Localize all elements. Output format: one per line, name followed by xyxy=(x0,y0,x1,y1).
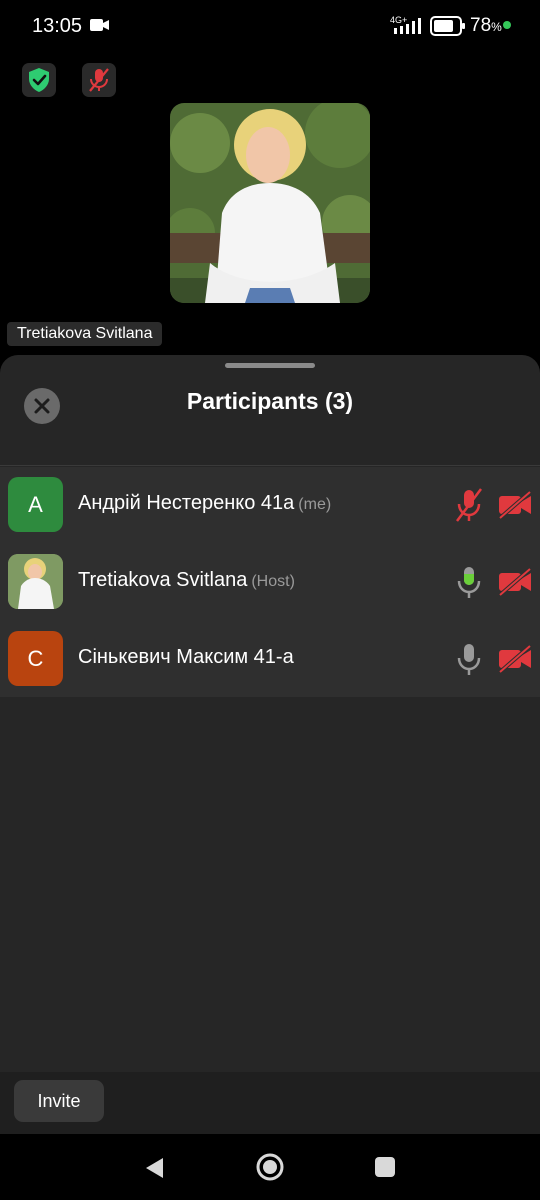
speaker-video-image xyxy=(170,103,370,303)
shield-check-icon xyxy=(29,68,49,92)
participant-name: Tretiakova Svitlana xyxy=(78,569,248,591)
speaker-name-tag: Tretiakova Svitlana xyxy=(7,322,163,346)
avatar: A xyxy=(8,477,63,532)
avatar xyxy=(8,554,63,609)
back-icon[interactable] xyxy=(143,1156,165,1180)
video-off-icon[interactable] xyxy=(498,645,532,673)
participant-tag: (me) xyxy=(298,496,332,513)
battery-percent: 78% xyxy=(470,15,502,36)
participant-row[interactable]: C Сінькевич Максим 41-а xyxy=(0,621,540,697)
security-shield-button[interactable] xyxy=(22,63,56,97)
battery-icon xyxy=(430,16,465,36)
video-off-icon[interactable] xyxy=(498,568,532,596)
participant-name: Андрій Нестеренко 41а xyxy=(78,492,295,514)
participant-name-line: Tretiakova Svitlana (Host) xyxy=(78,569,295,592)
participants-list: A Андрій Нестеренко 41а (me) Tretiakova … xyxy=(0,467,540,697)
participant-row[interactable]: A Андрій Нестеренко 41а (me) xyxy=(0,467,540,543)
system-nav-bar xyxy=(0,1134,540,1200)
status-bar: 13:05 4G+ 78% xyxy=(0,0,540,52)
participant-name: Сінькевич Максим 41-а xyxy=(78,646,294,668)
status-time: 13:05 xyxy=(32,15,83,37)
microphone-active-icon[interactable] xyxy=(454,564,484,600)
recents-icon[interactable] xyxy=(374,1156,396,1178)
cellular-signal-icon: 4G+ xyxy=(390,15,421,34)
invite-button[interactable]: Invite xyxy=(14,1080,104,1122)
speaker-video-tile[interactable] xyxy=(170,103,370,303)
sheet-drag-handle[interactable] xyxy=(225,363,315,368)
panel-footer: Invite xyxy=(0,1072,540,1134)
avatar-photo xyxy=(8,554,63,609)
privacy-indicator-dot xyxy=(503,21,511,29)
home-icon[interactable] xyxy=(255,1152,285,1182)
microphone-muted-icon[interactable] xyxy=(454,487,484,523)
network-type-label: 4G+ xyxy=(390,15,407,25)
video-off-icon[interactable] xyxy=(498,491,532,519)
participant-name-line: Сінькевич Максим 41-а xyxy=(78,646,298,669)
audio-mute-button[interactable] xyxy=(82,63,116,97)
participant-name-line: Андрій Нестеренко 41а (me) xyxy=(78,492,331,515)
participant-row[interactable]: Tretiakova Svitlana (Host) xyxy=(0,544,540,620)
video-recording-icon xyxy=(90,19,109,31)
microphone-muted-icon xyxy=(89,68,109,92)
avatar: C xyxy=(8,631,63,686)
microphone-icon[interactable] xyxy=(454,641,484,677)
divider xyxy=(0,465,540,466)
participant-tag: (Host) xyxy=(251,573,295,590)
panel-title: Participants (3) xyxy=(186,388,354,414)
